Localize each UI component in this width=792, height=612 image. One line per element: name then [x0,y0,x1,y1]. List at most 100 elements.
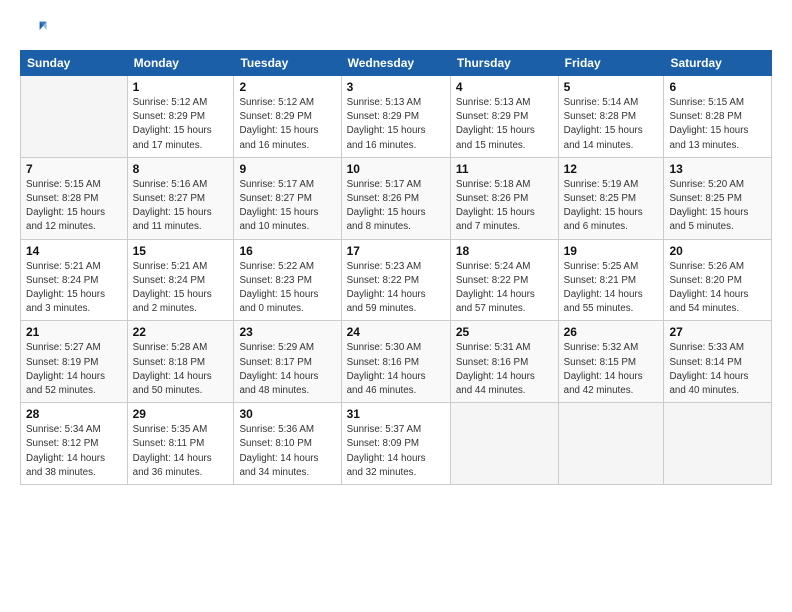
calendar-header-saturday: Saturday [664,51,772,76]
day-number: 26 [564,325,659,339]
calendar-header-sunday: Sunday [21,51,128,76]
calendar-table: SundayMondayTuesdayWednesdayThursdayFrid… [20,50,772,485]
day-info: Sunrise: 5:12 AM Sunset: 8:29 PM Dayligh… [133,96,229,153]
calendar-header-thursday: Thursday [450,51,558,76]
calendar-cell: 16Sunrise: 5:22 AM Sunset: 8:23 PM Dayli… [234,239,341,321]
day-number: 15 [133,244,229,258]
calendar-cell: 20 Sunrise: 5:26 AM Sunset: 8:20 PM Dayli… [664,239,772,321]
page: SundayMondayTuesdayWednesdayThursdayFrid… [0,0,792,495]
day-number: 21 [26,325,122,339]
day-number: 19 [564,244,659,258]
day-number: 27 [669,325,766,339]
calendar-cell: 23 Sunrise: 5:29 AM Sunset: 8:17 PM Dayli… [234,321,341,403]
calendar-cell: 30 Sunrise: 5:36 AM Sunset: 8:10 PM Dayli… [234,403,341,485]
day-number: 11 [456,162,553,176]
day-number: 29 [133,407,229,421]
day-number: 31 [347,407,445,421]
logo [20,16,50,44]
calendar-header-tuesday: Tuesday [234,51,341,76]
calendar-cell: 7 Sunrise: 5:15 AM Sunset: 8:28 PM Daylig… [21,157,128,239]
day-number: 24 [347,325,445,339]
calendar-cell: 17 Sunrise: 5:23 AM Sunset: 8:22 PM Dayli… [341,239,450,321]
calendar-cell: 15 Sunrise: 5:21 AM Sunset: 8:24 PM Dayli… [127,239,234,321]
calendar-cell: 2Sunrise: 5:12 AM Sunset: 8:29 PM Daylig… [234,76,341,158]
calendar-week-5: 28 Sunrise: 5:34 AM Sunset: 8:12 PM Dayli… [21,403,772,485]
day-number: 20 [669,244,766,258]
day-info: Sunrise: 5:18 AM Sunset: 8:26 PM Dayligh… [456,178,553,235]
day-number: 28 [26,407,122,421]
calendar-cell: 1 Sunrise: 5:12 AM Sunset: 8:29 PM Daylig… [127,76,234,158]
day-number: 10 [347,162,445,176]
day-info: Sunrise: 5:12 AM Sunset: 8:29 PM Dayligh… [239,96,335,153]
day-info: Sunrise: 5:30 AM Sunset: 8:16 PM Dayligh… [347,341,445,398]
calendar-week-2: 7 Sunrise: 5:15 AM Sunset: 8:28 PM Daylig… [21,157,772,239]
day-number: 25 [456,325,553,339]
day-info: Sunrise: 5:13 AM Sunset: 8:29 PM Dayligh… [347,96,445,153]
calendar-cell: 8 Sunrise: 5:16 AM Sunset: 8:27 PM Daylig… [127,157,234,239]
day-number: 8 [133,162,229,176]
day-info: Sunrise: 5:26 AM Sunset: 8:20 PM Dayligh… [669,260,766,317]
logo-icon [20,16,48,44]
day-number: 4 [456,80,553,94]
day-info: Sunrise: 5:16 AM Sunset: 8:27 PM Dayligh… [133,178,229,235]
day-number: 6 [669,80,766,94]
calendar-cell: 25 Sunrise: 5:31 AM Sunset: 8:16 PM Dayli… [450,321,558,403]
day-number: 18 [456,244,553,258]
day-info: Sunrise: 5:21 AM Sunset: 8:24 PM Dayligh… [26,260,122,317]
calendar-cell: 27 Sunrise: 5:33 AM Sunset: 8:14 PM Dayli… [664,321,772,403]
calendar-header-monday: Monday [127,51,234,76]
day-info: Sunrise: 5:29 AM Sunset: 8:17 PM Dayligh… [239,341,335,398]
calendar-cell: 14 Sunrise: 5:21 AM Sunset: 8:24 PM Dayli… [21,239,128,321]
calendar-cell: 29 Sunrise: 5:35 AM Sunset: 8:11 PM Dayli… [127,403,234,485]
day-info: Sunrise: 5:17 AM Sunset: 8:26 PM Dayligh… [347,178,445,235]
calendar-header-row: SundayMondayTuesdayWednesdayThursdayFrid… [21,51,772,76]
calendar-cell: 18 Sunrise: 5:24 AM Sunset: 8:22 PM Dayli… [450,239,558,321]
calendar-cell [21,76,128,158]
header [20,16,772,44]
calendar-week-4: 21 Sunrise: 5:27 AM Sunset: 8:19 PM Dayli… [21,321,772,403]
calendar-cell: 5Sunrise: 5:14 AM Sunset: 8:28 PM Daylig… [558,76,664,158]
calendar-cell: 22Sunrise: 5:28 AM Sunset: 8:18 PM Dayli… [127,321,234,403]
calendar-cell [450,403,558,485]
day-info: Sunrise: 5:23 AM Sunset: 8:22 PM Dayligh… [347,260,445,317]
day-number: 16 [239,244,335,258]
calendar-cell: 6Sunrise: 5:15 AM Sunset: 8:28 PM Daylig… [664,76,772,158]
day-info: Sunrise: 5:31 AM Sunset: 8:16 PM Dayligh… [456,341,553,398]
day-info: Sunrise: 5:25 AM Sunset: 8:21 PM Dayligh… [564,260,659,317]
day-number: 7 [26,162,122,176]
day-info: Sunrise: 5:36 AM Sunset: 8:10 PM Dayligh… [239,423,335,480]
calendar-cell: 26 Sunrise: 5:32 AM Sunset: 8:15 PM Dayli… [558,321,664,403]
day-number: 9 [239,162,335,176]
day-number: 13 [669,162,766,176]
calendar-cell: 4 Sunrise: 5:13 AM Sunset: 8:29 PM Daylig… [450,76,558,158]
calendar-header-friday: Friday [558,51,664,76]
calendar-cell [558,403,664,485]
day-number: 1 [133,80,229,94]
day-info: Sunrise: 5:15 AM Sunset: 8:28 PM Dayligh… [26,178,122,235]
day-number: 17 [347,244,445,258]
day-info: Sunrise: 5:35 AM Sunset: 8:11 PM Dayligh… [133,423,229,480]
calendar-week-3: 14 Sunrise: 5:21 AM Sunset: 8:24 PM Dayli… [21,239,772,321]
day-info: Sunrise: 5:14 AM Sunset: 8:28 PM Dayligh… [564,96,659,153]
day-info: Sunrise: 5:34 AM Sunset: 8:12 PM Dayligh… [26,423,122,480]
day-info: Sunrise: 5:17 AM Sunset: 8:27 PM Dayligh… [239,178,335,235]
calendar-cell: 3Sunrise: 5:13 AM Sunset: 8:29 PM Daylig… [341,76,450,158]
day-number: 23 [239,325,335,339]
calendar-header-wednesday: Wednesday [341,51,450,76]
day-info: Sunrise: 5:32 AM Sunset: 8:15 PM Dayligh… [564,341,659,398]
calendar-cell: 24 Sunrise: 5:30 AM Sunset: 8:16 PM Dayli… [341,321,450,403]
day-info: Sunrise: 5:33 AM Sunset: 8:14 PM Dayligh… [669,341,766,398]
day-info: Sunrise: 5:19 AM Sunset: 8:25 PM Dayligh… [564,178,659,235]
day-info: Sunrise: 5:27 AM Sunset: 8:19 PM Dayligh… [26,341,122,398]
day-info: Sunrise: 5:21 AM Sunset: 8:24 PM Dayligh… [133,260,229,317]
day-number: 12 [564,162,659,176]
day-info: Sunrise: 5:37 AM Sunset: 8:09 PM Dayligh… [347,423,445,480]
day-info: Sunrise: 5:24 AM Sunset: 8:22 PM Dayligh… [456,260,553,317]
calendar-cell: 12 Sunrise: 5:19 AM Sunset: 8:25 PM Dayli… [558,157,664,239]
day-number: 22 [133,325,229,339]
calendar-cell: 9 Sunrise: 5:17 AM Sunset: 8:27 PM Daylig… [234,157,341,239]
day-number: 30 [239,407,335,421]
day-number: 14 [26,244,122,258]
day-info: Sunrise: 5:13 AM Sunset: 8:29 PM Dayligh… [456,96,553,153]
calendar-week-1: 1 Sunrise: 5:12 AM Sunset: 8:29 PM Daylig… [21,76,772,158]
